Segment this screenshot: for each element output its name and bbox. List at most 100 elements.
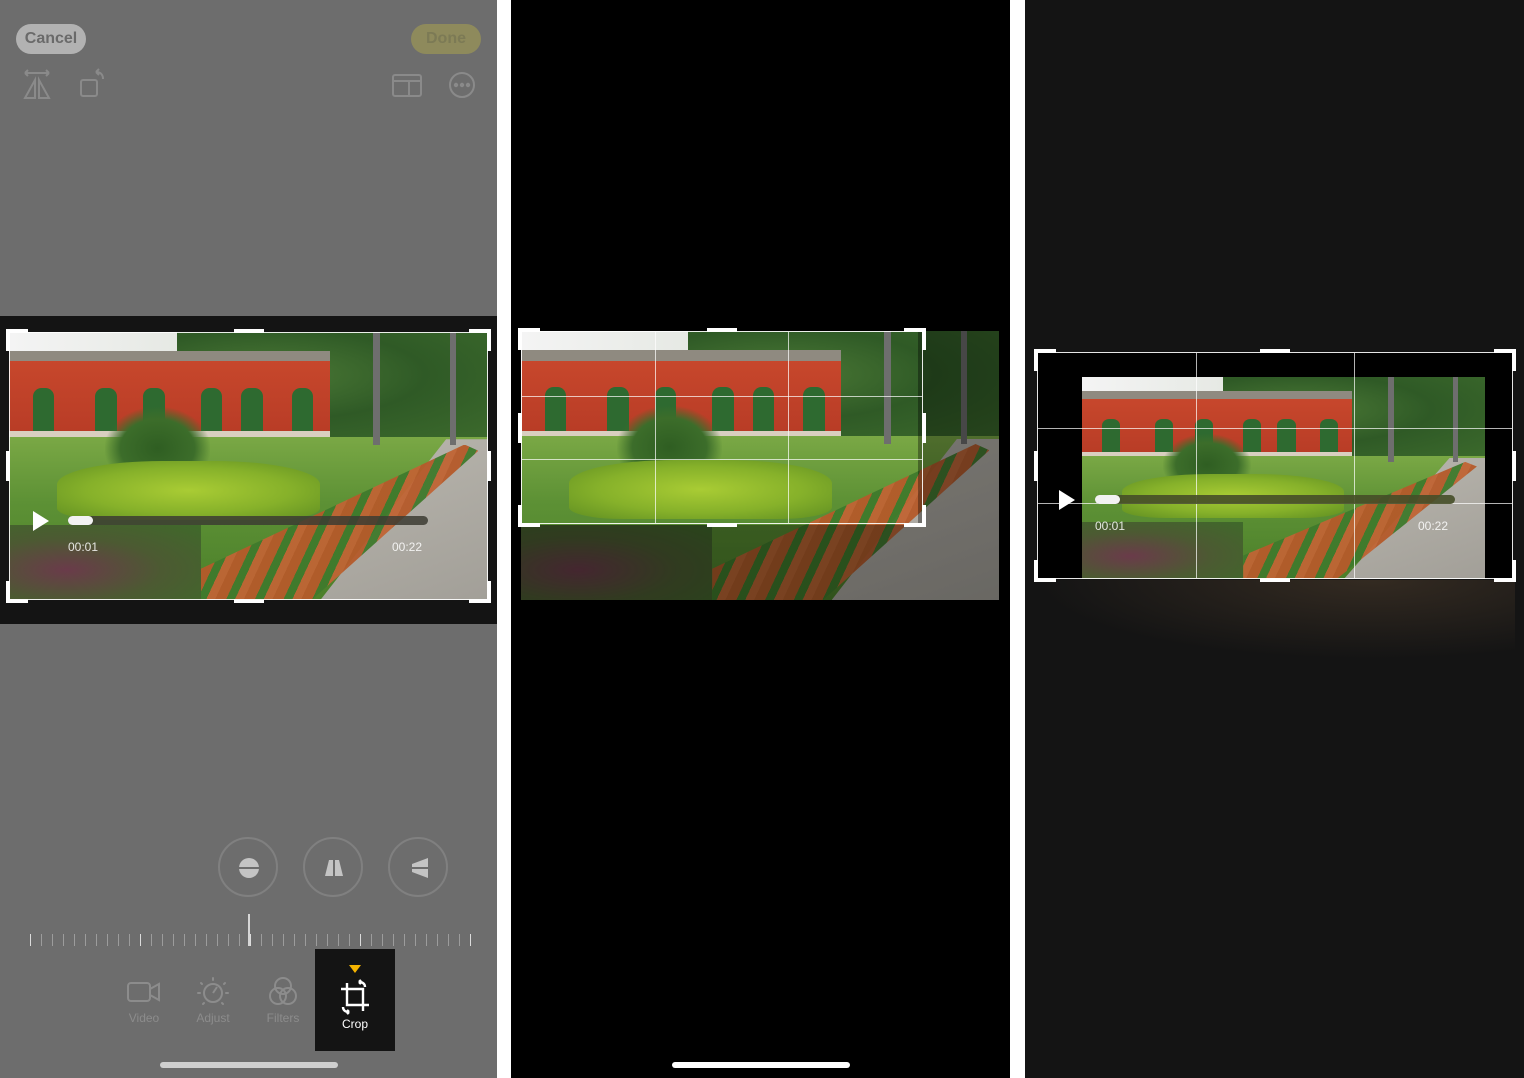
video-scrubber[interactable]: [68, 516, 428, 525]
ruler-tick: [437, 934, 438, 946]
grid-line: [1353, 353, 1355, 578]
crop-handle-bottom-left[interactable]: [1034, 560, 1056, 582]
more-options-icon[interactable]: [445, 68, 479, 102]
crop-handle-left[interactable]: [518, 412, 522, 443]
crop-handle-bottom-right[interactable]: [469, 581, 491, 603]
ruler-tick: [206, 934, 207, 946]
crop-canvas: 00:01 00:22: [0, 316, 497, 624]
ruler-tick: [250, 934, 251, 946]
ruler-tick: [316, 934, 317, 946]
ruler-tick: [426, 934, 427, 946]
ruler-tick: [294, 934, 295, 946]
crop-handle-bottom-right[interactable]: [1494, 560, 1516, 582]
crop-handle-bottom[interactable]: [1260, 578, 1290, 582]
crop-handle-top[interactable]: [233, 329, 264, 333]
ruler-tick: [184, 934, 185, 946]
done-button[interactable]: Done: [411, 24, 481, 54]
tool-filters[interactable]: Filters: [253, 975, 313, 1025]
ruler-tick: [52, 934, 53, 946]
ruler-tick: [448, 934, 449, 946]
ruler-tick: [151, 934, 152, 946]
flip-horizontal-icon[interactable]: [20, 68, 54, 102]
tool-filters-label: Filters: [266, 1011, 300, 1025]
straighten-button[interactable]: [218, 837, 278, 897]
straighten-dial[interactable]: [30, 912, 471, 946]
crop-frame[interactable]: [6, 329, 491, 603]
horizontal-perspective-icon: [406, 858, 432, 878]
straighten-icon: [236, 858, 262, 878]
grid-line: [1038, 427, 1512, 429]
crop-handle-right[interactable]: [487, 451, 491, 481]
ruler-tick: [404, 934, 405, 946]
ruler-tick: [349, 934, 350, 946]
ruler-tick: [140, 934, 141, 946]
scrubber-progress: [68, 516, 94, 525]
cancel-button[interactable]: Cancel: [16, 24, 86, 54]
grid-line: [1195, 353, 1197, 578]
glow: [1035, 580, 1515, 660]
crop-handle-top-right[interactable]: [1494, 349, 1516, 371]
crop-handle-top-right[interactable]: [469, 329, 491, 351]
crop-handle-left[interactable]: [6, 451, 10, 481]
ruler-tick: [382, 934, 383, 946]
grid-line: [522, 395, 922, 397]
play-icon[interactable]: [1059, 490, 1075, 510]
crop-handle-top[interactable]: [707, 328, 737, 332]
video-camera-icon: [127, 982, 160, 1002]
crop-handle-top-left[interactable]: [6, 329, 28, 351]
vertical-perspective-button[interactable]: [303, 837, 363, 897]
ruler-tick: [272, 934, 273, 946]
ruler-tick: [338, 934, 339, 946]
crop-handle-bottom-left[interactable]: [518, 505, 540, 527]
crop-handle-top-right[interactable]: [904, 328, 926, 350]
ruler-tick: [162, 934, 163, 946]
ruler-tick: [41, 934, 42, 946]
ruler-tick: [393, 934, 394, 946]
ruler-tick: [30, 934, 31, 946]
ruler-tick: [415, 934, 416, 946]
home-indicator: [160, 1062, 338, 1068]
video-scrubber[interactable]: [1095, 495, 1455, 504]
duration: 00:22: [1418, 519, 1449, 533]
ruler-tick: [371, 934, 372, 946]
crop-handle-bottom-right[interactable]: [904, 505, 926, 527]
crop-handle-right[interactable]: [1512, 450, 1516, 481]
ruler-tick: [85, 934, 86, 946]
ruler-tick: [173, 934, 174, 946]
ruler-tick: [74, 934, 75, 946]
crop-frame[interactable]: [1034, 349, 1516, 582]
panel-crop-dragging: [511, 0, 1010, 1078]
crop-frame[interactable]: [518, 328, 926, 527]
vertical-perspective-icon: [325, 855, 343, 881]
crop-handle-bottom[interactable]: [707, 523, 737, 527]
crop-handle-right[interactable]: [922, 412, 926, 443]
play-icon[interactable]: [33, 511, 49, 531]
panel-crop-result: 00:01 00:22: [1025, 0, 1524, 1078]
ruler-tick: [360, 934, 361, 946]
ruler-tick: [217, 934, 218, 946]
ruler-tick: [118, 934, 119, 946]
crop-handle-top-left[interactable]: [1034, 349, 1056, 371]
crop-handle-top-left[interactable]: [518, 328, 540, 350]
crop-handle-bottom[interactable]: [233, 599, 264, 603]
aspect-ratio-icon[interactable]: [390, 68, 424, 102]
rotate-icon[interactable]: [76, 68, 110, 102]
ruler-indicator[interactable]: [248, 914, 250, 946]
ruler-tick: [305, 934, 306, 946]
crop-handle-top[interactable]: [1260, 349, 1290, 353]
ruler-tick: [228, 934, 229, 946]
ruler-tick: [239, 934, 240, 946]
tool-crop-label: Crop: [341, 1017, 368, 1031]
ruler-tick: [470, 934, 471, 946]
tool-crop[interactable]: Crop: [315, 949, 395, 1051]
crop-handle-bottom-left[interactable]: [6, 581, 28, 603]
tool-video-label: Video: [128, 1011, 160, 1025]
tool-adjust[interactable]: Adjust: [183, 975, 243, 1025]
adjust-dial-icon: [197, 977, 229, 1005]
tool-video[interactable]: Video: [114, 975, 174, 1025]
current-time: 00:01: [1095, 519, 1126, 533]
horizontal-perspective-button[interactable]: [388, 837, 448, 897]
crop-handle-left[interactable]: [1034, 450, 1038, 481]
scrubber-progress: [1095, 495, 1121, 504]
duration: 00:22: [392, 540, 423, 554]
